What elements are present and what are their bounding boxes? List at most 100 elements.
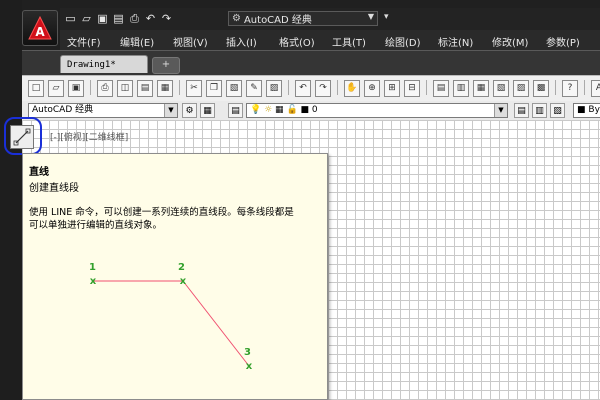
workspace-combo[interactable]: AutoCAD 经典 ▼ (28, 103, 178, 118)
text-style-icon[interactable]: A (591, 80, 600, 97)
application-menu-button[interactable]: A ▾ (22, 10, 65, 46)
publish-icon[interactable]: ▤ (137, 80, 153, 97)
separator (337, 80, 338, 95)
block-editor-icon[interactable]: ▨ (266, 80, 282, 97)
color-combo[interactable]: ■ By (573, 103, 600, 118)
standard-toolbar: □ ▱ ▣ ⎙ ◫ ▤ ▦ ✂ ❐ ▧ ✎ ▨ ↶ ↷ ✋ ⊕ ⊞ ⊟ ▤ ▥ … (22, 75, 600, 102)
point-label-2: 2 (178, 262, 185, 273)
document-tab-strip: Drawing1* + (22, 50, 600, 75)
point-marker-1: x (90, 276, 97, 287)
quickcalc-icon[interactable]: ▩ (533, 80, 549, 97)
svg-text:A: A (35, 25, 45, 39)
title-bar: ▭ ▱ ▣ ▤ ⎙ ↶ ↷ ⚙ AutoCAD 经典 ▼ ▾ (60, 8, 600, 30)
layer-combo[interactable]: 💡 ☼ ▦ 🔓 ■ 0 ▼ (246, 103, 508, 118)
menu-insert[interactable]: 插入(I) (226, 34, 257, 49)
point-marker-2: x (180, 276, 187, 287)
menu-format[interactable]: 格式(O) (279, 34, 315, 49)
tooltip-title: 直线 (29, 167, 49, 178)
customize-quick-access-icon[interactable]: ▾ (384, 12, 389, 22)
separator (555, 80, 556, 95)
undo-icon[interactable]: ↶ (295, 80, 311, 97)
quick-access-toolbar: ▭ ▱ ▣ ▤ ⎙ ↶ ↷ (64, 12, 173, 25)
plot-preview-icon[interactable]: ◫ (117, 80, 133, 97)
workspace-combo-value: AutoCAD 经典 (32, 105, 94, 115)
saveas-icon[interactable]: ▤ (112, 12, 125, 25)
zoom-realtime-icon[interactable]: ⊕ (364, 80, 380, 97)
chevron-down-icon: ▼ (164, 104, 177, 117)
gear-icon: ⚙ (232, 13, 241, 24)
open-icon[interactable]: ▱ (48, 80, 64, 97)
chevron-down-icon: ▼ (494, 104, 507, 117)
separator (90, 80, 91, 95)
point-label-1: 1 (89, 262, 96, 273)
properties-icon[interactable]: ▤ (433, 80, 449, 97)
separator (426, 80, 427, 95)
menu-edit[interactable]: 编辑(E) (120, 34, 154, 49)
sun-icon: ☼ (264, 105, 273, 115)
cut-icon[interactable]: ✂ (186, 80, 202, 97)
copy-icon[interactable]: ❐ (206, 80, 222, 97)
workspace-select[interactable]: ⚙ AutoCAD 经典 ▼ (228, 11, 378, 26)
menu-parameter[interactable]: 参数(P) (546, 34, 580, 49)
menu-tools[interactable]: 工具(T) (332, 34, 366, 49)
make-current-layer-icon[interactable]: ▤ (514, 103, 529, 118)
pan-icon[interactable]: ✋ (344, 80, 360, 97)
new-icon[interactable]: ▭ (64, 12, 77, 25)
plot-icon[interactable]: ⎙ (97, 80, 113, 97)
viewport-controls-label[interactable]: [-][俯视][二维线框] (50, 130, 128, 143)
zoom-window-icon[interactable]: ⊞ (384, 80, 400, 97)
layer-combo-value: 0 (311, 105, 318, 115)
point-marker-3: x (246, 361, 253, 372)
color-combo-value: By (588, 105, 600, 115)
segment-2-3 (182, 280, 250, 367)
workspace-layer-toolbar: AutoCAD 经典 ▼ ⚙ ▦ ▤ 💡 ☼ ▦ 🔓 ■ 0 ▼ ▤ ▥ ▧ ■… (22, 101, 600, 121)
undo-icon[interactable]: ↶ (144, 12, 157, 25)
markup-icon[interactable]: ▨ (513, 80, 529, 97)
match-properties-icon[interactable]: ✎ (246, 80, 262, 97)
line-tooltip: 直线 创建直线段 使用 LINE 命令，可以创建一系列连续的直线段。每条线段都是… (22, 153, 328, 400)
tab-drawing1[interactable]: Drawing1* (60, 55, 148, 73)
3d-print-icon[interactable]: ▦ (157, 80, 173, 97)
viewport-freeze-icon: ▦ (275, 105, 284, 115)
paste-icon[interactable]: ▧ (226, 80, 242, 97)
help-icon[interactable]: ? (562, 80, 578, 97)
tooltip-description: 使用 LINE 命令，可以创建一系列连续的直线段。每条线段都是 可以单独进行编辑… (29, 207, 294, 231)
autocad-logo-icon: A (28, 15, 52, 40)
qnew-icon[interactable]: □ (28, 80, 44, 97)
layer-states-icon[interactable]: ▧ (550, 103, 565, 118)
menu-bar: 文件(F) 编辑(E) 视图(V) 插入(I) 格式(O) 工具(T) 绘图(D… (60, 30, 600, 50)
highlight-circle (4, 117, 42, 155)
separator (584, 80, 585, 95)
menu-dimension[interactable]: 标注(N) (438, 34, 473, 49)
menu-view[interactable]: 视图(V) (173, 34, 208, 49)
zoom-previous-icon[interactable]: ⊟ (404, 80, 420, 97)
print-icon[interactable]: ⎙ (128, 12, 141, 25)
new-tab-button[interactable]: + (152, 57, 180, 74)
left-edge (0, 0, 22, 400)
separator (288, 80, 289, 95)
color-swatch-icon: ■ (577, 105, 586, 115)
line-illustration: x 1 x 2 x 3 (89, 262, 253, 372)
workspace-settings-icon[interactable]: ⚙ (182, 103, 197, 118)
redo-icon[interactable]: ↷ (160, 12, 173, 25)
tooltip-subtitle: 创建直线段 (29, 183, 79, 194)
tool-palettes-icon[interactable]: ▦ (473, 80, 489, 97)
lock-icon: 🔓 (286, 105, 298, 115)
chevron-down-icon: ▼ (367, 12, 374, 21)
design-center-icon[interactable]: ▥ (453, 80, 469, 97)
menu-modify[interactable]: 修改(M) (492, 34, 528, 49)
save-icon[interactable]: ▣ (68, 80, 84, 97)
workspace-select-value: AutoCAD 经典 (243, 15, 312, 26)
menu-draw[interactable]: 绘图(D) (385, 34, 421, 49)
redo-icon[interactable]: ↷ (315, 80, 331, 97)
open-icon[interactable]: ▱ (80, 12, 93, 25)
menu-file[interactable]: 文件(F) (67, 34, 101, 49)
save-icon[interactable]: ▣ (96, 12, 109, 25)
bulb-icon: 💡 (250, 105, 262, 115)
point-label-3: 3 (244, 347, 251, 358)
layer-properties-icon[interactable]: ▤ (228, 103, 243, 118)
sheet-set-icon[interactable]: ▧ (493, 80, 509, 97)
my-workspace-icon[interactable]: ▦ (200, 103, 215, 118)
separator (179, 80, 180, 95)
layer-previous-icon[interactable]: ▥ (532, 103, 547, 118)
